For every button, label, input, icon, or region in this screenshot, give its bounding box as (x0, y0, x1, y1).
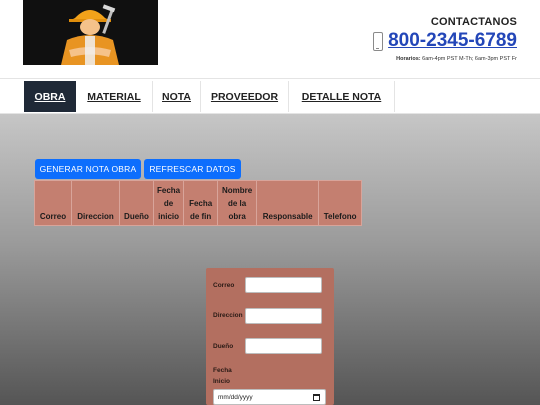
nav-item-detalle-nota[interactable]: DETALLE NOTA (289, 81, 395, 112)
nav-item-nota[interactable]: NOTA (153, 81, 201, 112)
col-header-responsable: Responsable (256, 180, 320, 226)
nav-item-proveedor[interactable]: PROVEEDOR (201, 81, 289, 112)
col-header-dueno: Dueño (119, 180, 154, 226)
table-header-row: Correo Direccion Dueño Fecha de inicio F… (34, 180, 363, 226)
obra-form: Correo Direccion Dueño Fecha Inicio mm/d… (206, 268, 334, 405)
fecha-inicio-label: Fecha Inicio (213, 367, 232, 385)
contact-title: CONTACTANOS (430, 16, 517, 28)
business-hours: Horarios: 6am-4pm PST M-Th; 6am-3pm PST … (297, 56, 517, 62)
fecha-inicio-date-input[interactable]: mm/dd/yyyy (213, 389, 326, 405)
direccion-input[interactable] (245, 308, 322, 324)
col-header-direccion: Direccion (71, 180, 120, 226)
phone-icon (373, 31, 384, 51)
hours-label: Horarios: (396, 56, 421, 62)
col-header-fecha-inicio: Fecha de inicio (152, 180, 185, 226)
dueno-input[interactable] (245, 338, 322, 354)
nav-item-obra[interactable]: OBRA (24, 81, 76, 112)
date-placeholder: mm/dd/yyyy (218, 393, 253, 401)
col-header-nombre-obra: Nombre de la obra (217, 180, 258, 226)
refrescar-datos-button[interactable]: REFRESCAR DATOS (144, 159, 241, 179)
correo-input[interactable] (245, 277, 322, 293)
phone-link[interactable]: 800-2345-6789 (388, 30, 517, 52)
calendar-icon[interactable] (313, 394, 320, 401)
generar-nota-obra-button[interactable]: GENERAR NOTA OBRA (35, 159, 141, 179)
hours-text: 6am-4pm PST M-Th; 6am-3pm PST Fr (422, 56, 517, 62)
main-content: GENERAR NOTA OBRA REFRESCAR DATOS Correo… (0, 114, 540, 405)
correo-label: Correo (213, 282, 235, 289)
construction-worker-logo[interactable] (23, 0, 158, 65)
contact-block: CONTACTANOS 800-2345-6789 Horarios: 6am-… (297, 16, 517, 62)
nav-item-material[interactable]: MATERIAL (76, 81, 153, 112)
obras-table: Correo Direccion Dueño Fecha de inicio F… (34, 180, 363, 226)
nav-items: OBRA MATERIAL NOTA PROVEEDOR DETALLE NOT… (24, 81, 395, 112)
col-header-correo: Correo (34, 180, 72, 226)
phone-row: 800-2345-6789 (297, 30, 517, 52)
site-header: CONTACTANOS 800-2345-6789 Horarios: 6am-… (0, 0, 540, 78)
direccion-label: Direccion (213, 312, 243, 319)
col-header-fecha-fin: Fecha de fin (183, 180, 219, 226)
main-nav: OBRA MATERIAL NOTA PROVEEDOR DETALLE NOT… (0, 78, 540, 114)
dueno-label: Dueño (213, 343, 234, 350)
col-header-telefono: Telefono (318, 180, 363, 226)
